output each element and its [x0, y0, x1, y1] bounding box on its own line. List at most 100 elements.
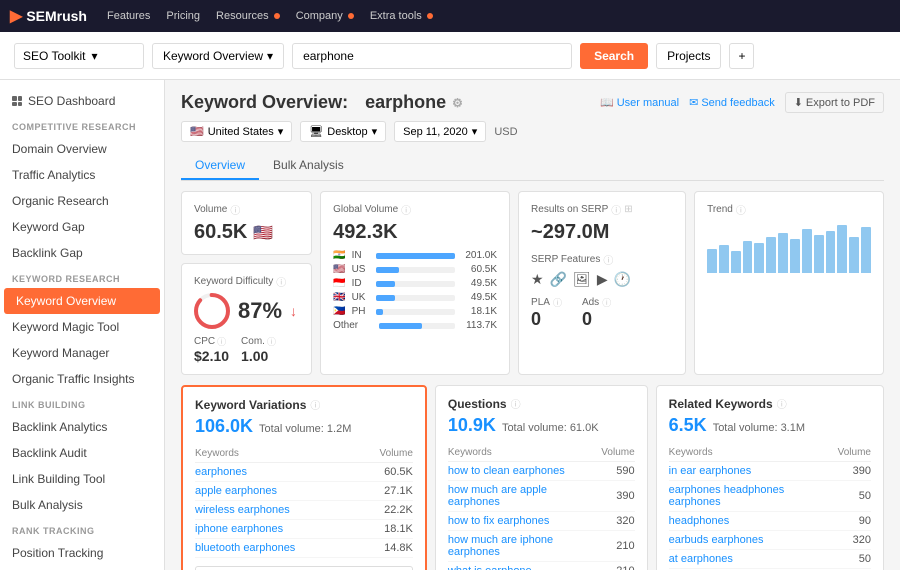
keyword-link[interactable]: headphones: [669, 515, 730, 527]
table-row: in ear earphones390: [669, 462, 871, 481]
difficulty-label: Keyword Difficulty ⓘ: [194, 274, 299, 289]
volume-cell: 18.1K: [359, 520, 413, 539]
nav-resources[interactable]: Resources: [216, 10, 280, 22]
related-keywords-table: Keywords Volume in ear earphones390earph…: [669, 444, 871, 569]
volume-cell: 50: [838, 550, 871, 569]
sidebar-item-position-tracking[interactable]: Position Tracking: [0, 540, 164, 566]
col-header-volume: Volume: [359, 445, 413, 463]
nav-company[interactable]: Company: [296, 10, 354, 22]
keyword-link[interactable]: how to clean earphones: [448, 465, 565, 477]
com-metric: Com. ⓘ 1.00: [241, 335, 276, 364]
sidebar-item-bulk-analysis[interactable]: Bulk Analysis: [0, 492, 164, 518]
indonesia-flag: 🇮🇩: [333, 278, 345, 289]
keyword-link[interactable]: iphone earphones: [195, 523, 283, 535]
chevron-down-icon: ▾: [91, 49, 97, 63]
keyword-link[interactable]: how to fix earphones: [448, 515, 550, 527]
search-input[interactable]: [292, 43, 572, 69]
bar-us: [376, 267, 400, 273]
view-all-keyword-variations-button[interactable]: View all 106,001 keywords: [195, 566, 413, 570]
sidebar-item-keyword-magic-tool[interactable]: Keyword Magic Tool: [0, 314, 164, 340]
bar-uk: [376, 295, 395, 301]
send-feedback-link[interactable]: ✉ Send feedback: [689, 92, 775, 113]
add-button[interactable]: +: [729, 43, 754, 69]
user-manual-link[interactable]: 📖 User manual: [600, 92, 679, 113]
country-filter[interactable]: 🇺🇸 United States ▾: [181, 121, 292, 142]
sidebar-item-keyword-overview[interactable]: Keyword Overview: [4, 288, 160, 314]
stats-row: Volume ⓘ 60.5K 🇺🇸 Keyword Difficulty ⓘ: [181, 191, 884, 375]
tab-bulk-analysis[interactable]: Bulk Analysis: [259, 152, 358, 180]
trend-bar: [719, 245, 729, 273]
keyword-link[interactable]: how much are iphone earphones: [448, 534, 553, 558]
keyword-link[interactable]: earphones headphones earphones: [669, 484, 785, 508]
toolkit-selector[interactable]: SEO Toolkit ▾: [14, 43, 144, 69]
info-icon: ⓘ: [777, 396, 787, 411]
nav-pricing[interactable]: Pricing: [166, 10, 200, 22]
info-icon: ⓘ: [217, 335, 226, 348]
val-uk: 49.5K: [461, 292, 497, 303]
trend-bar: [802, 229, 812, 273]
projects-button[interactable]: Projects: [656, 43, 721, 69]
ads-value: 0: [582, 309, 611, 330]
keyword-link[interactable]: at earphones: [669, 553, 733, 565]
sidebar-item-seo-dashboard[interactable]: SEO Dashboard: [0, 88, 164, 114]
global-row-uk: 🇬🇧 UK 49.5K: [333, 292, 497, 303]
volume-cell: 14.8K: [359, 539, 413, 558]
trend-bar: [778, 233, 788, 273]
table-row: headphones90: [669, 512, 871, 531]
sidebar-item-link-building-tool[interactable]: Link Building Tool: [0, 466, 164, 492]
copy-icon: ⊞: [624, 204, 632, 215]
logo-icon: ▶: [10, 6, 22, 26]
bar-other: [379, 323, 422, 329]
val-in: 201.0K: [461, 250, 497, 261]
trend-chart: [707, 223, 871, 273]
info-icon: ⓘ: [736, 202, 746, 217]
main-layout: SEO Dashboard COMPETITIVE RESEARCH Domai…: [0, 80, 900, 570]
date-filter[interactable]: Sep 11, 2020 ▾: [394, 121, 486, 142]
sidebar-item-organic-research[interactable]: Organic Research: [0, 188, 164, 214]
search-button[interactable]: Search: [580, 43, 648, 69]
keyword-link[interactable]: earphones: [195, 466, 247, 478]
keyword-variations-card: Keyword Variations ⓘ 106.0K Total volume…: [181, 385, 427, 570]
nav-dot: [427, 13, 433, 19]
keyword-link[interactable]: earbuds earphones: [669, 534, 764, 546]
tab-overview[interactable]: Overview: [181, 152, 259, 180]
keyword-link[interactable]: what is earphone: [448, 565, 532, 570]
chevron-down-icon: ▾: [472, 125, 478, 138]
keyword-link[interactable]: in ear earphones: [669, 465, 752, 477]
export-pdf-button[interactable]: ⬇ Export to PDF: [785, 92, 884, 113]
keyword-link[interactable]: how much are apple earphones: [448, 484, 547, 508]
sidebar-item-organic-traffic-insights[interactable]: Organic Traffic Insights: [0, 366, 164, 392]
global-volume-rows: 🇮🇳 IN 201.0K 🇺🇸 US 60.5K 🇮🇩 ID: [333, 250, 497, 331]
nav-features[interactable]: Features: [107, 10, 150, 22]
bar-in: [376, 253, 455, 259]
volume-cell: 590: [601, 462, 634, 481]
keyword-variations-title: Keyword Variations ⓘ: [195, 397, 413, 412]
search-bar-row: SEO Toolkit ▾ Keyword Overview ▾ Search …: [0, 32, 900, 80]
sidebar-item-backlink-gap[interactable]: Backlink Gap: [0, 240, 164, 266]
us-flag: 🇺🇸: [333, 264, 345, 275]
nav-extra-tools[interactable]: Extra tools: [370, 10, 433, 22]
sidebar-item-sensor[interactable]: Sensor: [0, 566, 164, 570]
sidebar-item-traffic-analytics[interactable]: Traffic Analytics: [0, 162, 164, 188]
pla-metric: PLA ⓘ 0: [531, 296, 562, 330]
device-filter[interactable]: 🖥 Desktop ▾: [300, 121, 386, 142]
sidebar-item-keyword-gap[interactable]: Keyword Gap: [0, 214, 164, 240]
nav-dot: [348, 13, 354, 19]
global-row-other: Other 113.7K: [333, 320, 497, 331]
sidebar-item-keyword-manager[interactable]: Keyword Manager: [0, 340, 164, 366]
sidebar-item-backlink-analytics[interactable]: Backlink Analytics: [0, 414, 164, 440]
keyword-overview-dropdown[interactable]: Keyword Overview ▾: [152, 43, 284, 69]
info-icon[interactable]: ⚙: [452, 96, 463, 110]
sidebar-item-domain-overview[interactable]: Domain Overview: [0, 136, 164, 162]
keyword-link[interactable]: wireless earphones: [195, 504, 290, 516]
keyword-link[interactable]: apple earphones: [195, 485, 277, 497]
sidebar-item-backlink-audit[interactable]: Backlink Audit: [0, 440, 164, 466]
sidebar-section-link-building: LINK BUILDING: [0, 392, 164, 414]
filters-row: 🇺🇸 United States ▾ 🖥 Desktop ▾ Sep 11, 2…: [181, 121, 884, 142]
trend-bar: [814, 235, 824, 273]
volume-cell: 22.2K: [359, 501, 413, 520]
keyword-link[interactable]: bluetooth earphones: [195, 542, 295, 554]
table-row: earphones60.5K: [195, 463, 413, 482]
table-row: iphone earphones 18.1K: [195, 520, 413, 539]
page-title: Keyword Overview: earphone ⚙: [181, 92, 463, 113]
